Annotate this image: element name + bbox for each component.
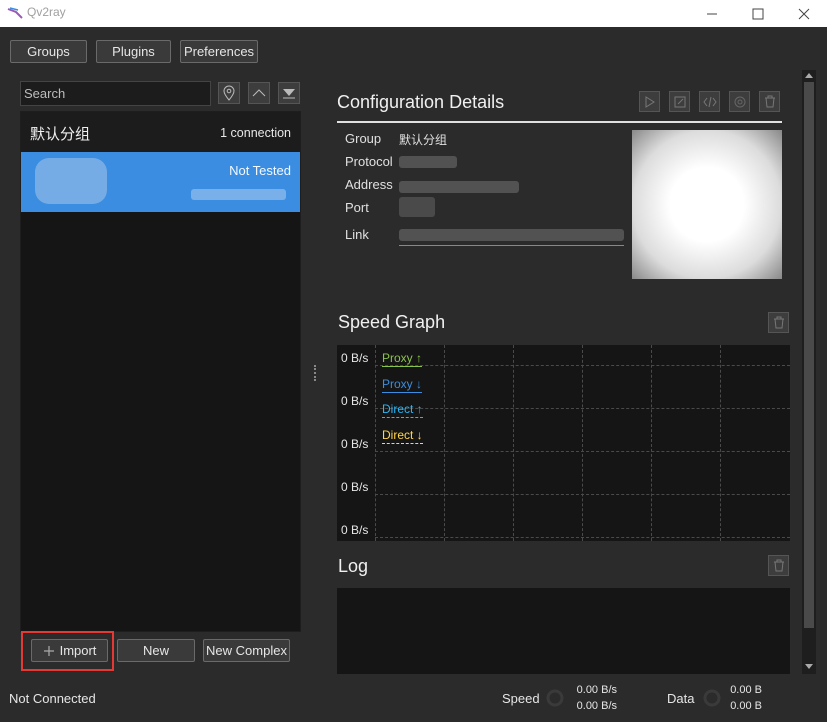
- speed-upload: 0.00 B/s: [576, 684, 617, 696]
- grid-line: [375, 365, 790, 366]
- y-axis-label: 0 B/s: [341, 480, 369, 494]
- scroll-down-icon[interactable]: [805, 664, 813, 670]
- data-gear-icon: [703, 689, 721, 707]
- import-button[interactable]: Import: [31, 639, 108, 662]
- y-axis-label: 0 B/s: [341, 523, 369, 537]
- legend-direct-up: Direct ↑: [382, 402, 423, 418]
- speed-label: Speed: [502, 691, 540, 706]
- grid-line: [720, 345, 721, 541]
- data-upload: 0.00 B: [730, 684, 762, 696]
- scroll-up-icon[interactable]: [805, 72, 813, 78]
- close-icon: [798, 8, 810, 19]
- connection-item[interactable]: Not Tested: [21, 152, 300, 212]
- link-underline: [399, 245, 624, 246]
- speed-graph: 0 B/s 0 B/s 0 B/s 0 B/s 0 B/s Proxy ↑ Pr…: [337, 345, 790, 541]
- data-label: Data: [667, 691, 695, 706]
- window-title: Qv2ray: [27, 5, 66, 19]
- close-button[interactable]: [781, 0, 827, 27]
- title-underline: [337, 121, 782, 123]
- code-icon: [702, 96, 717, 107]
- groups-button[interactable]: Groups: [10, 40, 87, 63]
- search-input[interactable]: Search: [20, 81, 211, 106]
- locate-button[interactable]: [218, 82, 240, 104]
- group-connection-count: 1 connection: [220, 126, 291, 140]
- y-axis-label: 0 B/s: [341, 394, 369, 408]
- preferences-button[interactable]: Preferences: [180, 40, 258, 63]
- grid-line: [375, 345, 376, 541]
- legend-direct-down: Direct ↓: [382, 428, 423, 444]
- delete-config-button[interactable]: [759, 91, 780, 112]
- config-details-title: Configuration Details: [337, 92, 505, 112]
- collapse-down-icon: [283, 89, 295, 99]
- y-axis-label: 0 B/s: [341, 437, 369, 451]
- move-up-button[interactable]: [248, 82, 270, 104]
- address-value-redacted: [399, 181, 519, 193]
- clear-log-button[interactable]: [768, 555, 789, 576]
- import-label: Import: [59, 643, 97, 658]
- app-logo-icon: [7, 7, 23, 19]
- status-bar: Not Connected Speed 0.00 B/s 0.00 B/s Da…: [0, 680, 827, 722]
- y-axis-label: 0 B/s: [341, 351, 369, 365]
- grid-line: [444, 345, 445, 541]
- group-name: 默认分组: [30, 125, 91, 143]
- chevron-up-icon: [252, 89, 266, 97]
- trash-icon: [773, 559, 784, 572]
- link-label: Link: [345, 227, 369, 242]
- link-value-redacted[interactable]: [399, 229, 624, 241]
- connect-button[interactable]: [639, 91, 660, 112]
- group-label: Group: [345, 131, 382, 146]
- log-output[interactable]: [337, 588, 790, 674]
- minimize-icon: [707, 13, 717, 14]
- port-value-redacted: [399, 197, 435, 217]
- qr-code-image: [632, 130, 782, 279]
- new-complex-button[interactable]: New Complex: [203, 639, 290, 662]
- plus-icon: [43, 645, 54, 656]
- grid-line: [375, 408, 790, 409]
- splitter-handle[interactable]: [314, 365, 316, 381]
- minimize-button[interactable]: [689, 0, 735, 27]
- new-button[interactable]: New: [117, 639, 195, 662]
- edit-icon: [674, 96, 685, 107]
- log-title: Log: [338, 556, 369, 576]
- protocol-label: Protocol: [345, 154, 393, 169]
- edit-json-button[interactable]: [699, 91, 720, 112]
- address-label: Address: [345, 177, 393, 192]
- grid-line: [375, 451, 790, 452]
- legend-proxy-down: Proxy ↓: [382, 377, 423, 393]
- clear-graph-button[interactable]: [768, 312, 789, 333]
- grid-line: [513, 345, 514, 541]
- grid-line: [582, 345, 583, 541]
- maximize-icon: [752, 8, 764, 19]
- connection-latency-status: Not Tested: [229, 163, 291, 178]
- title-bar: Qv2ray: [0, 0, 827, 27]
- ping-icon: [734, 96, 745, 107]
- edit-button[interactable]: [669, 91, 690, 112]
- connection-status: Not Connected: [9, 691, 96, 706]
- scroll-thumb[interactable]: [804, 82, 814, 628]
- protocol-value-redacted: [399, 156, 457, 168]
- group-row[interactable]: 默认分组 1 connection: [21, 112, 300, 152]
- location-pin-icon: [223, 85, 235, 101]
- speed-download: 0.00 B/s: [576, 700, 617, 712]
- connection-name-redacted: [35, 158, 107, 204]
- latency-button[interactable]: [729, 91, 750, 112]
- data-download: 0.00 B: [730, 700, 762, 712]
- collapse-button[interactable]: [278, 82, 300, 104]
- plugins-button[interactable]: Plugins: [96, 40, 171, 63]
- trash-icon: [773, 316, 784, 329]
- maximize-button[interactable]: [735, 0, 781, 27]
- play-icon: [645, 95, 655, 108]
- legend-proxy-up: Proxy ↑: [382, 351, 423, 367]
- connection-list[interactable]: 默认分组 1 connection Not Tested: [20, 111, 301, 632]
- right-scrollbar[interactable]: [802, 70, 816, 674]
- speed-graph-title: Speed Graph: [338, 312, 446, 332]
- group-value: 默认分组: [399, 133, 448, 147]
- grid-line: [375, 537, 790, 538]
- trash-icon: [764, 95, 775, 108]
- port-label: Port: [345, 200, 369, 215]
- connection-info-redacted: [191, 189, 286, 200]
- grid-line: [375, 494, 790, 495]
- grid-line: [651, 345, 652, 541]
